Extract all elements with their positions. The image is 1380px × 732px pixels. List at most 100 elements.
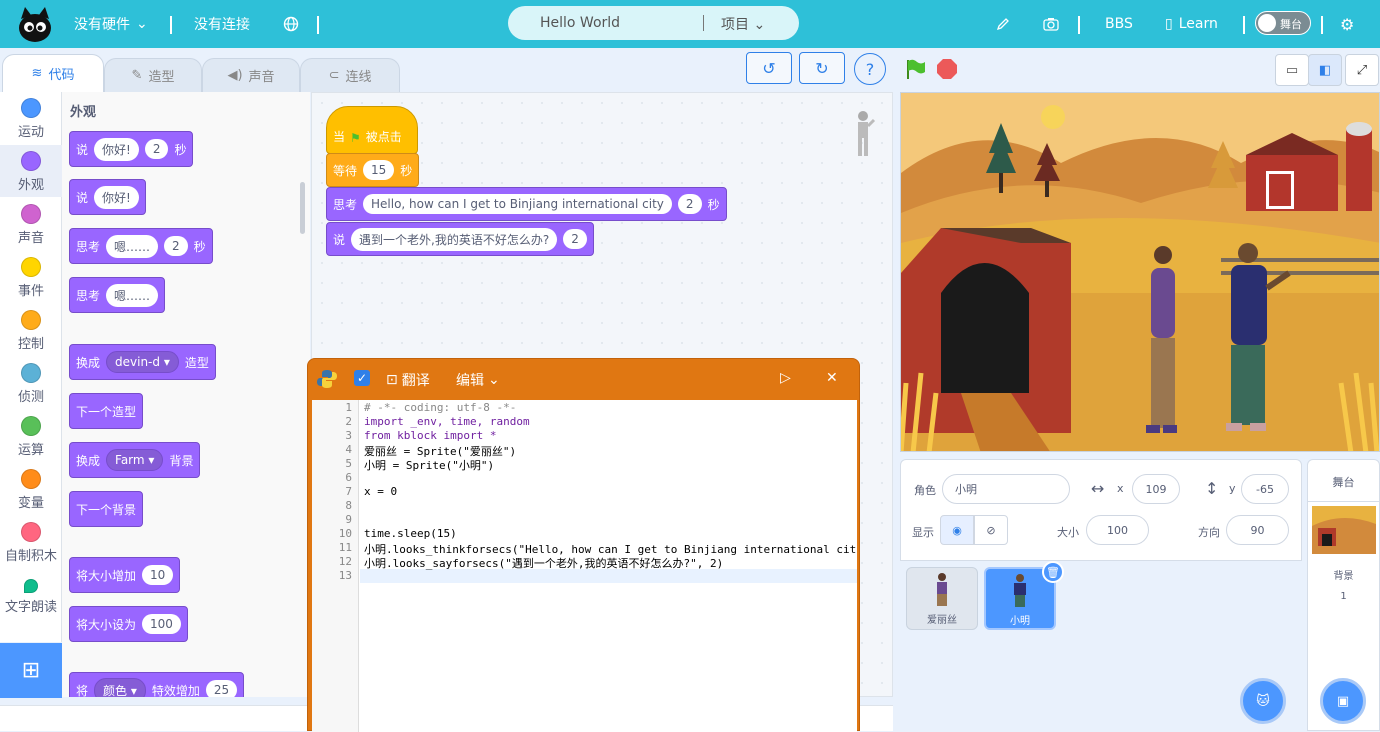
code-editor[interactable]: 1 2 3 4 5 6 7 8 9 10 11 12 13 # -*- codi… [312,400,857,732]
x-input[interactable]: 109 [1132,474,1180,504]
show-visible-button[interactable]: ◉ [940,515,974,545]
settings-gear-icon[interactable]: ⚙ [1340,0,1354,48]
language-globe-icon[interactable] [283,0,299,48]
block-input[interactable]: 2 [144,139,169,159]
block-input[interactable]: 25 [205,680,238,697]
block-input[interactable]: 10 [142,565,174,585]
sync-checkbox[interactable]: ✓ [354,370,370,386]
category-motion[interactable]: 运动 [0,92,62,144]
block-next-costume[interactable]: 下一个造型 [69,393,144,429]
stage-mode-toggle[interactable]: 舞台 [1255,11,1311,35]
hardware-label: 没有硬件 [74,17,130,33]
python-code-window: ✓ ⊡ 翻译 编辑 ⌄ ▷ ✕ 1 2 3 4 5 6 7 8 9 10 11 12… [307,358,860,732]
tab-connect[interactable]: ⊂ 连线 [300,58,400,92]
delete-sprite-button[interactable]: 🗑 [1042,561,1064,583]
close-button[interactable]: ✕ [826,370,838,386]
hardware-menu[interactable]: 没有硬件 ⌄ [74,0,148,48]
sprite-tile[interactable]: 爱丽丝 [906,567,978,630]
block-think-for-secs[interactable]: 思考 嗯…… 2 秒 [69,228,213,264]
block-change-size[interactable]: 将大小增加 10 [69,557,181,593]
normal-stage-button[interactable]: ◧ [1308,54,1342,86]
category-control[interactable]: 控制 [0,304,62,356]
block-say[interactable]: 说遇到一个老外,我的英语不好怎么办? 2 [326,222,594,256]
connection-menu[interactable]: 没有连接 [194,0,250,48]
block-next-backdrop[interactable]: 下一个背景 [69,491,144,527]
run-button[interactable]: ▷ [780,370,791,386]
category-sensing[interactable]: 侦测 [0,357,62,409]
project-name[interactable]: Hello World [540,15,620,31]
category-looks[interactable]: 外观 [0,145,62,197]
block-input[interactable]: 2 [563,229,587,249]
block-think-for-secs[interactable]: 思考 Hello, how can I get to Binjiang inter… [326,187,727,221]
project-menu[interactable]: 项目 ⌄ [721,14,765,34]
add-extension-button[interactable]: ⊞ [0,643,62,698]
block-input[interactable]: 嗯…… [106,234,159,258]
sprite-name-input[interactable]: 小明 [942,474,1070,504]
translate-button[interactable]: ⊡ 翻译 [386,370,430,390]
x-label: x [1117,482,1124,495]
learn-link[interactable]: ▯ Learn [1165,0,1218,48]
cat-logo-icon[interactable] [17,5,53,43]
block-when-flag-clicked[interactable]: 当 ⚑ 被点击 [326,106,418,154]
block-set-size[interactable]: 将大小设为 100 [69,606,188,642]
category-sound[interactable]: 声音 [0,198,62,250]
bbs-link[interactable]: BBS [1105,0,1133,48]
block-input[interactable]: 你好! [94,185,139,209]
camera-icon[interactable] [1043,0,1059,48]
question-icon: ? [865,59,875,79]
palette-scrollbar[interactable] [300,182,305,234]
block-input[interactable]: 你好! [94,137,139,161]
line-number: 7 [345,485,352,498]
block-input[interactable]: Hello, how can I get to Binjiang interna… [363,194,672,214]
backdrop-dropdown[interactable]: Farm ▾ [106,449,164,471]
edit-menu[interactable]: 编辑 ⌄ [456,370,500,390]
tab-sound[interactable]: ◀) 声音 [202,58,300,92]
backdrop-thumbnail-image[interactable] [1312,506,1376,554]
block-text: 秒 [193,239,206,254]
block-text: 说 [76,190,89,205]
block-input[interactable]: 嗯…… [106,283,159,307]
direction-input[interactable]: 90 [1226,515,1289,545]
stage-canvas[interactable] [900,92,1380,452]
add-backdrop-button[interactable]: ▣ [1320,678,1366,724]
block-input[interactable]: 2 [164,236,188,256]
category-variables[interactable]: 变量 [0,463,62,515]
category-operators[interactable]: 运算 [0,410,62,462]
code-line: import _env, time, random [364,415,530,428]
category-events[interactable]: 事件 [0,251,62,303]
y-input[interactable]: -65 [1241,474,1289,504]
small-stage-button[interactable]: ▭ [1275,54,1309,86]
help-button[interactable]: ? [854,53,886,85]
add-sprite-button[interactable]: 🐱 [1240,678,1286,724]
block-input[interactable]: 15 [363,160,395,180]
category-dot [21,257,41,277]
pencil-icon[interactable] [996,0,1010,48]
costume-dropdown[interactable]: devin-d ▾ [106,351,179,373]
block-input[interactable]: 100 [142,614,181,634]
tab-costume[interactable]: ✎ 造型 [104,58,202,92]
line-number: 8 [345,499,352,512]
fullscreen-button[interactable]: ⤢ [1345,54,1379,86]
green-flag-icon[interactable] [903,57,927,81]
undo-button[interactable]: ↺ [746,52,792,84]
block-text: 秒 [174,142,187,157]
block-change-effect[interactable]: 将颜色 ▾ 特效增加 25 [69,672,245,697]
category-text-to-speech[interactable]: 文字朗读 [0,569,62,621]
block-switch-costume[interactable]: 换成 devin-d ▾ 造型 [69,344,216,380]
block-think[interactable]: 思考 嗯…… [69,277,166,313]
category-my-blocks[interactable]: 自制积木 [0,516,62,568]
size-input[interactable]: 100 [1086,515,1149,545]
block-input[interactable]: 遇到一个老外,我的英语不好怎么办? [351,227,558,251]
effect-dropdown[interactable]: 颜色 ▾ [94,677,146,697]
block-wait[interactable]: 等待 15 秒 [326,153,420,187]
stop-icon[interactable] [937,59,957,79]
block-text: 秒 [707,197,720,212]
block-say-for-secs[interactable]: 说你好! 2 秒 [69,131,194,167]
block-say[interactable]: 说你好! [69,179,146,215]
tab-sound-label: 声音 [248,70,275,85]
block-switch-backdrop[interactable]: 换成 Farm ▾ 背景 [69,442,201,478]
block-input[interactable]: 2 [677,194,702,214]
show-hidden-button[interactable]: ⊘ [974,515,1008,545]
redo-button[interactable]: ↻ [799,52,845,84]
tab-code[interactable]: ≋ 代码 [2,54,104,92]
